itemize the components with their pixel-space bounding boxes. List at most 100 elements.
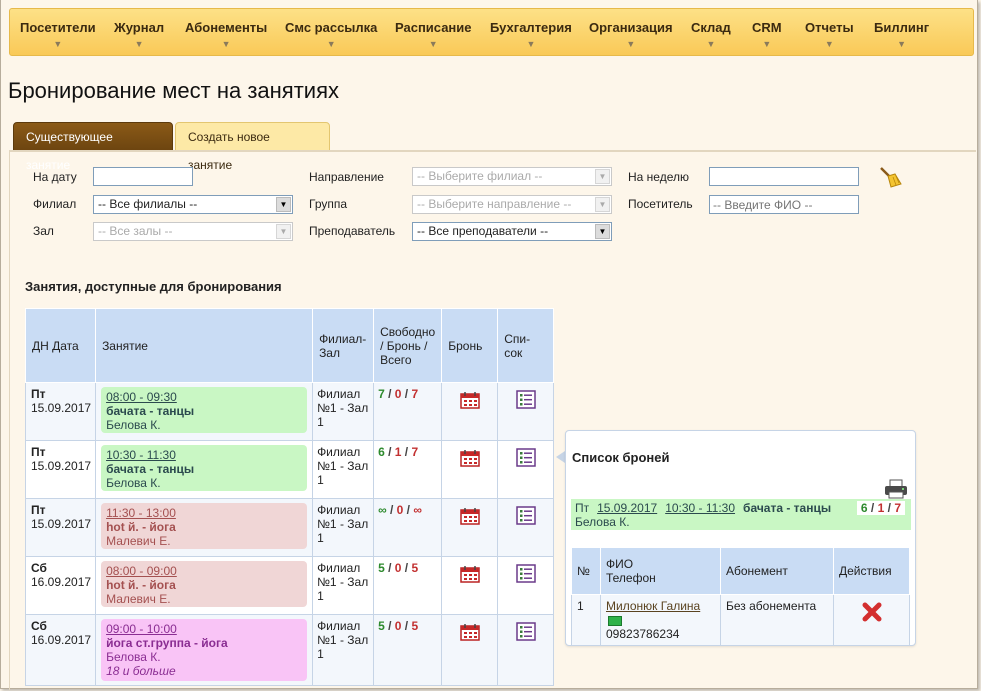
chevron-down-icon: ▼ <box>134 39 144 49</box>
column-header-day-date: ДН Дата <box>24 308 97 383</box>
menu-item-accounting[interactable]: Бухгалтерия ▼ <box>490 20 572 49</box>
teacher-label: Преподаватель <box>309 224 396 238</box>
direction-label: Направление <box>309 170 384 184</box>
menu-item-organization[interactable]: Организация ▼ <box>589 20 673 49</box>
lesson-name: hot й. - йога <box>106 520 176 534</box>
chevron-down-icon: ▼ <box>595 169 610 184</box>
column-header-booking: Бронь <box>441 308 499 383</box>
chevron-down-icon: ▼ <box>276 224 291 239</box>
table-row: 1 Милонюк Галина 09823786234 Без абонемен… <box>571 594 910 646</box>
booking-actions <box>833 594 910 646</box>
visitor-input[interactable] <box>709 195 859 214</box>
branch-hall: Филиал №1 - Зал 1 <box>312 498 375 557</box>
lesson-card: 11:30 - 13:00 hot й. - йога Малевич Е. <box>101 503 308 549</box>
page-title: Бронирование мест на занятиях <box>8 78 339 103</box>
menu-item-sms[interactable]: Смс рассылка ▼ <box>285 20 377 49</box>
calendar-icon[interactable] <box>459 507 480 525</box>
list-icon[interactable] <box>515 390 536 409</box>
chevron-down-icon: ▼ <box>824 39 834 49</box>
date-label: 16.09.2017 <box>31 633 92 647</box>
date-label: 15.09.2017 <box>31 459 92 473</box>
summary-teacher: Белова К. <box>575 515 630 529</box>
lesson-teacher: Белова К. <box>106 650 161 664</box>
visitor-name-link[interactable]: Милонюк Галина <box>606 599 700 613</box>
day-label: Пт <box>31 503 46 517</box>
list-icon[interactable] <box>515 564 536 583</box>
classes-section-title: Занятия, доступные для бронирования <box>25 279 282 294</box>
bookings-table: № ФИО Телефон Абонемент Действия 1 Милоню… <box>571 547 910 646</box>
seat-counts: ∞ / 0 / ∞ <box>373 498 443 557</box>
seat-counts: 6 / 1 / 7 <box>373 440 443 499</box>
chevron-down-icon: ▼ <box>326 39 336 49</box>
calendar-icon[interactable] <box>459 623 480 641</box>
chevron-down-icon: ▼ <box>762 39 772 49</box>
lesson-name: бачата - танцы <box>106 404 195 418</box>
booking-summary: Пт 15.09.2017 10:30 - 11:30 бачата - танцы … <box>571 499 911 530</box>
lesson-card: 10:30 - 11:30 бачата - танцы Белова К. <box>101 445 308 491</box>
lesson-teacher: Малевич Е. <box>106 592 171 606</box>
bookings-popup: Список броней Пт 15.09.2017 10:30 - 11:30 б… <box>565 430 916 646</box>
list-icon[interactable] <box>515 448 536 467</box>
list-icon[interactable] <box>515 622 536 641</box>
column-header-free-booked: Свободно / Бронь / Всего <box>373 308 443 383</box>
menu-item-subscriptions[interactable]: Абонементы ▼ <box>185 20 267 49</box>
menu-item-schedule[interactable]: Расписание ▼ <box>395 20 472 49</box>
top-menu: Посетители ▼ Журнал ▼ Абонементы ▼ Смс расс… <box>9 8 974 56</box>
menu-item-crm[interactable]: CRM ▼ <box>752 20 782 49</box>
lesson-note: 18 и больше <box>106 664 176 678</box>
lesson-time-link[interactable]: 11:30 - 13:00 <box>106 506 302 520</box>
summary-time-link[interactable]: 10:30 - 11:30 <box>665 501 735 515</box>
lesson-teacher: Малевич Е. <box>106 534 171 548</box>
lesson-time-link[interactable]: 08:00 - 09:30 <box>106 390 302 404</box>
lesson-name: hot й. - йога <box>106 578 176 592</box>
popup-pointer <box>556 451 565 463</box>
calendar-icon[interactable] <box>459 391 480 409</box>
classes-table: ДН Дата Занятие Филиал-Зал Свободно / Бр… <box>24 308 555 686</box>
sms-icon[interactable] <box>608 615 622 626</box>
chevron-down-icon: ▼ <box>595 197 610 212</box>
table-row: Сб 16.09.2017 09:00 - 10:00 йога ст.группа… <box>24 614 555 686</box>
menu-item-warehouse[interactable]: Склад ▼ <box>691 20 731 49</box>
teacher-select[interactable]: -- Все преподаватели -- ▼ <box>412 222 612 241</box>
date-label: 16.09.2017 <box>31 575 92 589</box>
calendar-icon[interactable] <box>459 565 480 583</box>
broom-icon[interactable] <box>878 166 902 188</box>
menu-item-visitors[interactable]: Посетители ▼ <box>20 20 96 49</box>
lesson-time-link[interactable]: 10:30 - 11:30 <box>106 448 302 462</box>
table-row: Пт 15.09.2017 11:30 - 13:00 hot й. - йога М… <box>24 498 555 557</box>
printer-icon[interactable] <box>884 479 908 499</box>
menu-item-journal[interactable]: Журнал ▼ <box>114 20 164 49</box>
delete-icon[interactable] <box>861 601 883 623</box>
chevron-down-icon: ▼ <box>428 39 438 49</box>
direction-select[interactable]: -- Выберите филиал -- ▼ <box>412 167 612 186</box>
summary-date-link[interactable]: 15.09.2017 <box>597 501 657 515</box>
day-label: Пт <box>31 387 46 401</box>
lesson-time-link[interactable]: 09:00 - 10:00 <box>106 622 302 636</box>
chevron-down-icon: ▼ <box>53 39 63 49</box>
week-label: На неделю <box>628 170 689 184</box>
column-header-branch: Филиал-Зал <box>312 308 375 383</box>
menu-item-reports[interactable]: Отчеты ▼ <box>805 20 854 49</box>
tab-create-lesson[interactable]: Создать новое занятие <box>175 122 330 172</box>
visitor-phone: 09823786234 <box>606 627 680 641</box>
lesson-time-link[interactable]: 08:00 - 09:00 <box>106 564 302 578</box>
week-input[interactable] <box>709 167 859 186</box>
summary-lesson-name: бачата - танцы <box>743 501 832 515</box>
booking-num: 1 <box>571 594 601 646</box>
visitor-label: Посетитель <box>628 197 693 211</box>
list-icon[interactable] <box>515 506 536 525</box>
menu-item-billing[interactable]: Биллинг ▼ <box>874 20 929 49</box>
group-select[interactable]: -- Выберите направление -- ▼ <box>412 195 612 214</box>
lesson-name: йога ст.группа - йога <box>106 636 228 650</box>
calendar-icon[interactable] <box>459 449 480 467</box>
branch-select[interactable]: -- Все филиалы -- ▼ <box>93 195 293 214</box>
chevron-down-icon: ▼ <box>276 197 291 212</box>
chevron-down-icon: ▼ <box>897 39 907 49</box>
chevron-down-icon: ▼ <box>706 39 716 49</box>
summary-day: Пт <box>575 501 590 515</box>
branch-hall: Филиал №1 - Зал 1 <box>312 556 375 615</box>
hall-select[interactable]: -- Все залы -- ▼ <box>93 222 293 241</box>
date-input[interactable] <box>93 167 193 186</box>
tab-existing-lesson[interactable]: Существующее занятие <box>13 122 173 172</box>
column-header-fio: ФИО Телефон <box>600 547 721 595</box>
